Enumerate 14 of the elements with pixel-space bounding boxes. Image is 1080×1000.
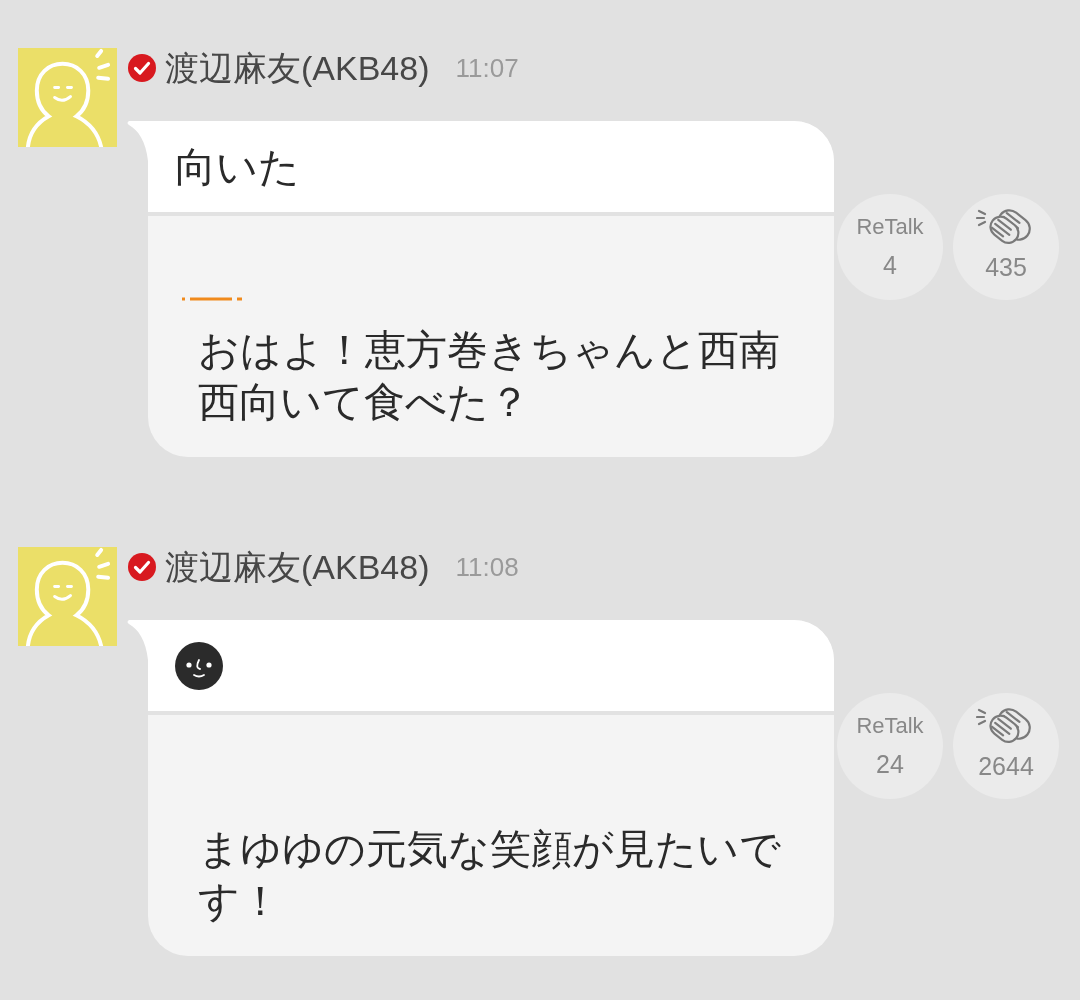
retalk-button[interactable]: ReTalk 4: [837, 194, 943, 300]
clap-button[interactable]: 2644: [953, 693, 1059, 799]
smiley-face-icon: [175, 641, 223, 690]
retalk-button[interactable]: ReTalk 24: [837, 693, 943, 799]
post-time: 11:08: [455, 551, 519, 584]
default-avatar-icon[interactable]: [18, 547, 117, 646]
message-title: 向いた: [175, 142, 300, 192]
author-name[interactable]: 渡辺麻友(AKB48): [165, 547, 430, 587]
post-time: 11:07: [455, 52, 519, 85]
clap-button[interactable]: 435: [953, 194, 1059, 300]
author-name[interactable]: 渡辺麻友(AKB48): [165, 48, 430, 88]
default-avatar-icon[interactable]: [18, 48, 117, 147]
message-text: まゆゆの元気な笑顔が見たいです！: [198, 825, 782, 926]
message-text: おはよ！恵方巻きちゃんと西南西向いて食べた？: [198, 326, 781, 427]
